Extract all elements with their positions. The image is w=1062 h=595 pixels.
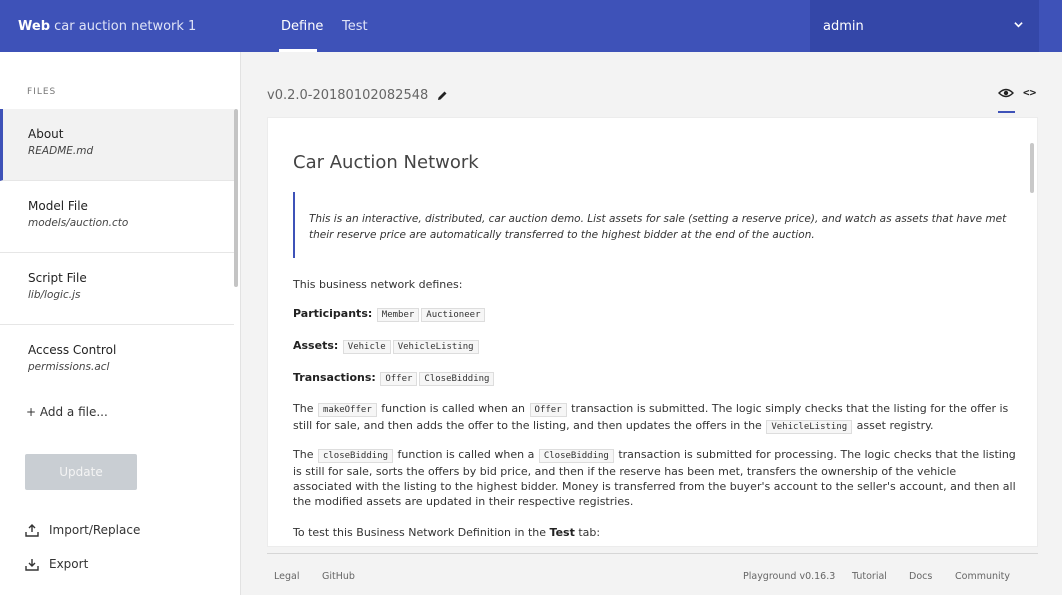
text: function is called when a xyxy=(397,448,535,461)
import-replace-button[interactable]: Import/Replace xyxy=(25,523,140,537)
text: The xyxy=(293,448,314,461)
file-title: About xyxy=(28,127,64,141)
footer-version: Playground v0.16.3 xyxy=(743,571,836,582)
footer-github-link[interactable]: GitHub xyxy=(322,571,355,582)
file-title: Script File xyxy=(28,271,87,285)
text: tab: xyxy=(578,526,601,539)
preview-indicator xyxy=(998,111,1015,113)
doc-transactions: Transactions: Offer CloseBidding xyxy=(293,370,1018,387)
code-close-bidding-tx: CloseBidding xyxy=(538,449,614,463)
file-path: permissions.acl xyxy=(28,361,110,373)
file-item-model[interactable]: Model File models/auction.cto xyxy=(0,181,234,253)
file-item-access-control[interactable]: Access Control permissions.acl xyxy=(0,325,234,397)
code-close-bidding: CloseBidding xyxy=(419,372,495,386)
tab-define-indicator xyxy=(279,49,317,52)
doc-test-paragraph: To test this Business Network Definition… xyxy=(293,525,1018,540)
eye-icon[interactable] xyxy=(998,87,1014,99)
footer-tutorial-link[interactable]: Tutorial xyxy=(852,571,887,582)
file-path: README.md xyxy=(28,145,94,157)
text: function is called when an xyxy=(381,402,526,415)
code-offer: Offer xyxy=(380,372,418,386)
doc-make-offer-paragraph: The makeOffer function is called when an… xyxy=(293,401,1018,435)
participants-label: Participants: xyxy=(293,307,373,320)
test-tab-ref: Test xyxy=(549,526,575,539)
user-name: admin xyxy=(823,19,864,34)
transactions-label: Transactions: xyxy=(293,371,376,384)
file-item-about[interactable]: About README.md xyxy=(0,109,234,181)
pencil-icon[interactable] xyxy=(436,90,448,102)
export-label: Export xyxy=(49,557,89,571)
brand-network-name: car auction network 1 xyxy=(54,19,197,34)
doc-intro: This business network defines: xyxy=(293,278,463,291)
footer-legal-link[interactable]: Legal xyxy=(274,571,299,582)
code-close-bidding-fn: closeBidding xyxy=(317,449,393,463)
upload-icon xyxy=(25,523,39,537)
doc-participants: Participants: Member Auctioneer xyxy=(293,306,1018,323)
sidebar-scrollbar[interactable] xyxy=(234,109,238,287)
export-button[interactable]: Export xyxy=(25,557,88,571)
footer-docs-link[interactable]: Docs xyxy=(909,571,932,582)
top-bar-edge xyxy=(1039,0,1062,52)
brand-bold: Web xyxy=(18,19,50,34)
view-toggle: <> xyxy=(998,86,1036,99)
file-path: models/auction.cto xyxy=(28,217,129,229)
code-auctioneer: Auctioneer xyxy=(421,308,486,322)
text: The xyxy=(293,402,314,415)
file-title: Model File xyxy=(28,199,88,213)
code-offer-inline: Offer xyxy=(529,403,567,417)
file-item-script[interactable]: Script File lib/logic.js xyxy=(0,253,234,325)
version-text: v0.2.0-20180102082548 xyxy=(267,88,429,103)
footer-divider xyxy=(267,553,1038,554)
add-file-link[interactable]: + Add a file... xyxy=(26,405,108,419)
code-vehicle-listing: VehicleListing xyxy=(392,340,479,354)
user-menu[interactable]: admin xyxy=(810,0,1039,52)
assets-label: Assets: xyxy=(293,339,339,352)
doc-assets: Assets: Vehicle VehicleListing xyxy=(293,338,1018,355)
files-heading: FILES xyxy=(27,87,57,97)
doc-blockquote: This is an interactive, distributed, car… xyxy=(293,192,1009,258)
code-member: Member xyxy=(376,308,420,322)
download-icon xyxy=(25,558,39,571)
tab-define[interactable]: Define xyxy=(281,19,323,34)
panel-scrollbar[interactable] xyxy=(1030,143,1034,193)
readme-preview-panel: Car Auction Network This is an interacti… xyxy=(267,117,1038,547)
tab-test[interactable]: Test xyxy=(342,19,368,34)
version-label: v0.2.0-20180102082548 xyxy=(267,88,448,103)
files-sidebar: FILES About README.md Model File models/… xyxy=(0,52,241,595)
footer-community-link[interactable]: Community xyxy=(955,571,1010,582)
top-bar: Web car auction network 1 Define Test ad… xyxy=(0,0,1062,52)
file-title: Access Control xyxy=(28,343,117,357)
file-path: lib/logic.js xyxy=(28,289,81,301)
code-make-offer: makeOffer xyxy=(317,403,377,417)
doc-close-bidding-paragraph: The closeBidding function is called when… xyxy=(293,447,1018,509)
import-label: Import/Replace xyxy=(49,523,141,537)
chevron-down-icon xyxy=(1014,22,1023,28)
doc-title: Car Auction Network xyxy=(293,152,479,173)
app-brand[interactable]: Web car auction network 1 xyxy=(18,19,196,34)
text: asset registry. xyxy=(856,419,934,432)
code-vehicle: Vehicle xyxy=(342,340,391,354)
update-button[interactable]: Update xyxy=(25,454,137,490)
code-vehicle-listing-inline: VehicleListing xyxy=(766,420,853,434)
code-icon[interactable]: <> xyxy=(1023,86,1036,99)
text: To test this Business Network Definition… xyxy=(293,526,547,539)
